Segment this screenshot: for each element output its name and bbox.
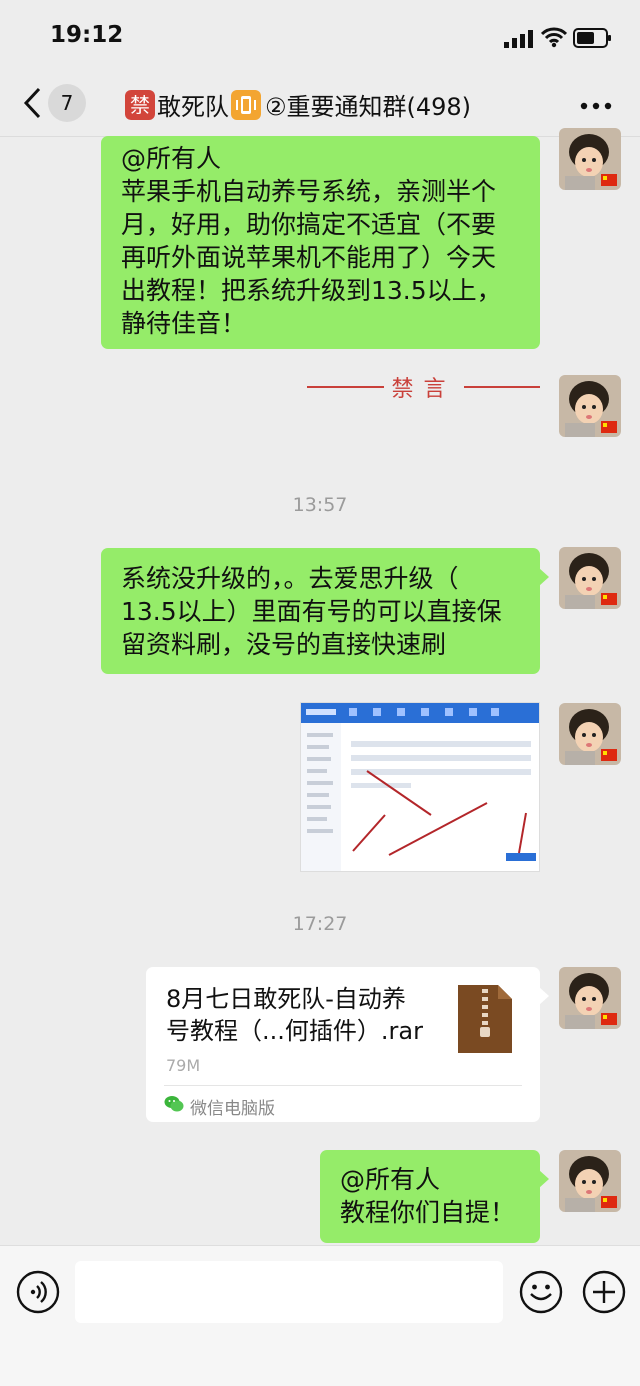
chat-title-name: 敢死队	[157, 93, 229, 121]
bubble-tail	[539, 987, 549, 1005]
message-bubble[interactable]: @所有人 苹果手机自动养号系统，亲测半个 月，好用，助你搞定不适宜（不要 再听外…	[101, 136, 540, 349]
message-bubble[interactable]: @所有人 教程你们自提！	[320, 1150, 549, 1243]
file-name-line: 8月七日敢死队-自动养	[166, 985, 406, 1013]
image-message[interactable]	[300, 702, 540, 872]
voice-icon[interactable]	[16, 1270, 60, 1314]
battery-icon	[573, 28, 611, 48]
message-line: 留资料刷，没号的直接快速刷	[121, 630, 447, 659]
message-line: 系统没升级的，。去爱思升级（	[121, 564, 459, 593]
bubble-tail	[539, 568, 549, 586]
status-time: 19:12	[50, 22, 124, 48]
message-line: @所有人	[121, 144, 222, 173]
status-bar: 19:12	[0, 0, 640, 78]
chat-nav-bar: 7 禁 敢死队 ②重要通知群(498)	[0, 78, 640, 137]
message-line: 静待佳音！	[121, 309, 247, 338]
ban-line-right	[463, 386, 541, 388]
file-source: 微信电脑版	[190, 1099, 275, 1119]
bubble-tail	[539, 1170, 549, 1188]
file-message[interactable]: 8月七日敢死队-自动养 号教程（...何插件）.rar 79M 微信电脑版	[146, 967, 549, 1122]
unread-count-badge[interactable]: 7	[48, 84, 86, 122]
avatar[interactable]	[559, 375, 621, 437]
message-line: 再听外面说苹果机不能用了）今天	[121, 243, 497, 272]
ban-text: 禁言	[391, 377, 456, 402]
message-line: 月，好用，助你搞定不适宜（不要	[121, 210, 497, 239]
file-divider	[164, 1085, 522, 1086]
ban-notice: 禁言	[307, 372, 541, 402]
file-name: 8月七日敢死队-自动养 号教程（...何插件）.rar	[166, 983, 423, 1047]
message-bubble[interactable]: 系统没升级的，。去爱思升级（ 13.5以上）里面有号的可以直接保 留资料刷，没号…	[101, 548, 549, 674]
input-bar	[0, 1245, 640, 1386]
avatar[interactable]	[559, 703, 621, 765]
back-chevron-icon[interactable]	[22, 86, 42, 120]
avatar[interactable]	[559, 128, 621, 190]
chat-title-rest: ②重要通知群(498)	[265, 93, 472, 121]
avatar[interactable]	[559, 967, 621, 1029]
plus-icon[interactable]	[582, 1270, 626, 1314]
file-name-line: 号教程（...何插件）.rar	[166, 1017, 423, 1045]
message-line: 出教程！把系统升级到13.5以上，	[121, 276, 502, 305]
message-line: 教程你们自提！	[340, 1198, 516, 1227]
timestamp: 13:57	[292, 494, 348, 516]
ban-chip: 禁	[125, 89, 155, 120]
message-line: 13.5以上）里面有号的可以直接保	[121, 597, 502, 626]
message-line: @所有人	[340, 1165, 441, 1194]
more-icon[interactable]	[580, 102, 612, 110]
ban-line-left	[307, 386, 384, 388]
signal-icon	[504, 30, 533, 48]
timestamp: 17:27	[292, 913, 348, 935]
avatar[interactable]	[559, 1150, 621, 1212]
message-line: 苹果手机自动养号系统，亲测半个	[121, 177, 497, 206]
message-input[interactable]	[75, 1261, 503, 1323]
emoji-icon[interactable]	[519, 1270, 563, 1314]
avatar[interactable]	[559, 547, 621, 609]
wechat-pc-icon	[164, 1096, 184, 1112]
zip-file-icon	[458, 985, 512, 1053]
file-size: 79M	[166, 1056, 201, 1075]
chat-title: 禁 敢死队 ②重要通知群(498)	[125, 87, 471, 122]
vibrate-icon	[231, 89, 261, 120]
wifi-icon	[541, 27, 567, 48]
